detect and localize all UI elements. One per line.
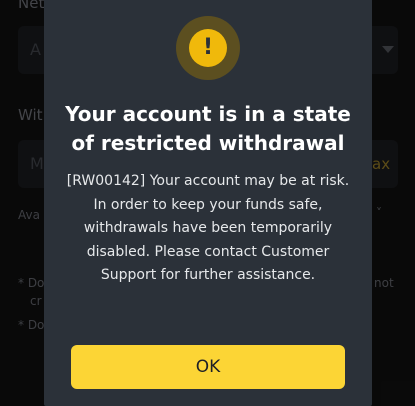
dialog-message: [RW00142] Your account may be at risk. I… — [66, 173, 350, 283]
warning-icon: ! — [176, 16, 240, 80]
exclamation-icon: ! — [189, 29, 227, 67]
dialog-title: Your account is in a state of restricted… — [65, 102, 351, 155]
restricted-withdrawal-dialog: ! Your account is in a state of restrict… — [44, 0, 372, 406]
ok-button[interactable]: OK — [71, 345, 345, 389]
